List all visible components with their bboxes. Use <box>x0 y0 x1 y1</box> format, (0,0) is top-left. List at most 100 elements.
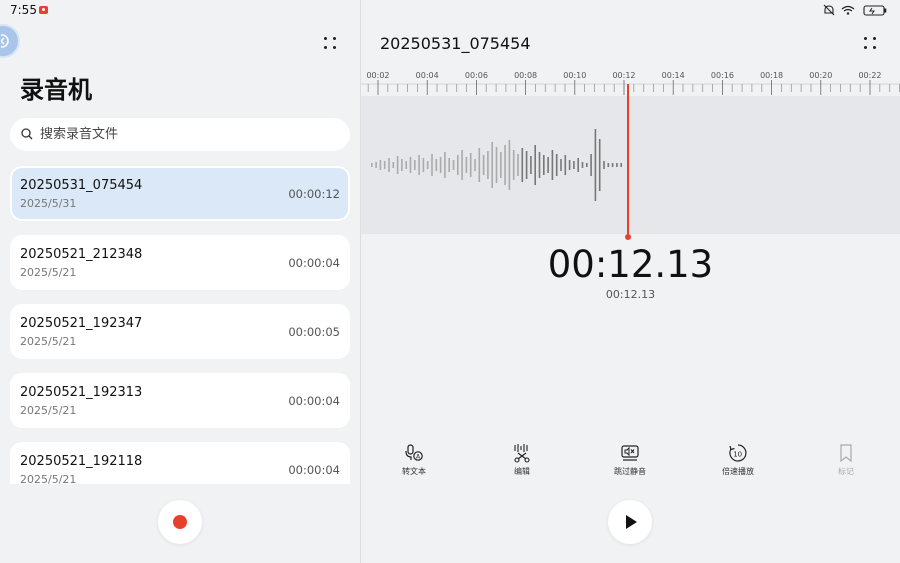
wifi-icon <box>841 5 855 15</box>
waveform-bar <box>547 157 549 173</box>
bookmark-icon <box>840 444 852 463</box>
waveform-graphic <box>371 129 622 201</box>
timeline-ruler[interactable]: 00:02 00:04 00:06 00:08 00:10 00:12 00:14 00:16… <box>361 68 900 96</box>
screen-record-indicator-icon <box>39 6 48 14</box>
ruler-label: 00:14 <box>661 71 685 80</box>
recording-item[interactable]: 20250521_212348 2025/5/21 00:00:04 <box>10 235 350 290</box>
waveform-bar <box>534 145 536 185</box>
ruler-label: 00:06 <box>464 71 488 80</box>
waveform-bar <box>512 150 515 180</box>
playback-speed-icon: 10 <box>729 444 747 462</box>
edit-button[interactable]: 编辑 <box>482 443 562 479</box>
waveform-bar <box>611 163 614 167</box>
playback-speed-button[interactable]: 10 倍速播放 <box>698 443 778 479</box>
svg-text:10: 10 <box>733 451 742 459</box>
speech-to-text-icon: A <box>405 444 423 461</box>
waveform-bar <box>620 163 622 167</box>
recording-list: 20250531_075454 2025/5/31 00:00:12 20250… <box>10 166 350 484</box>
ruler-label: 00:10 <box>563 71 587 80</box>
ruler-label: 00:08 <box>514 71 538 80</box>
ruler-label: 00:04 <box>415 71 439 80</box>
record-button[interactable] <box>158 500 202 544</box>
waveform-bar <box>457 155 459 175</box>
waveform-area[interactable] <box>361 96 900 234</box>
recording-date: 2025/5/21 <box>20 404 77 417</box>
recording-item[interactable]: 20250521_192313 2025/5/21 00:00:04 <box>10 373 350 428</box>
waveform-bar <box>379 160 382 170</box>
recording-duration: 00:00:05 <box>288 325 340 339</box>
waveform-bar <box>383 161 386 169</box>
waveform-bar <box>414 160 416 170</box>
scissors-edit-icon <box>514 444 530 463</box>
playback-pane: 20250531_075454 00:02 00:04 00:06 00:08 00:1… <box>361 0 900 563</box>
recording-duration: 00:00:04 <box>288 463 340 477</box>
waveform-bar <box>474 159 476 171</box>
waveform-bar <box>555 154 558 176</box>
playhead-handle[interactable] <box>625 234 631 240</box>
waveform-bar <box>396 156 399 174</box>
waveform-bar <box>530 156 532 174</box>
waveform-bar <box>586 163 588 167</box>
waveform-bar <box>538 152 541 178</box>
waveform-bar <box>543 155 545 175</box>
search-input[interactable] <box>40 118 330 151</box>
waveform-bar <box>577 158 579 172</box>
speech-to-text-label: 转文本 <box>402 467 426 476</box>
waveform-bar <box>426 161 429 169</box>
waveform-bar <box>607 163 610 167</box>
ruler-label: 00:20 <box>809 71 833 80</box>
waveform-bar <box>603 161 605 169</box>
record-dot-icon <box>173 515 187 529</box>
play-icon <box>626 515 637 529</box>
waveform-bar <box>461 150 463 180</box>
waveform-bar <box>590 154 592 176</box>
skip-silence-button[interactable]: 跳过静音 <box>590 443 670 479</box>
waveform-bar <box>444 152 446 178</box>
waveform-bar <box>504 145 506 185</box>
waveform-bar <box>469 153 472 177</box>
right-more-options-icon[interactable] <box>863 36 877 50</box>
waveform-bar <box>568 160 571 170</box>
playhead-line[interactable] <box>627 84 629 238</box>
recording-name: 20250521_212348 <box>20 247 143 262</box>
floating-back-button[interactable] <box>0 24 20 58</box>
recording-list-pane: 7:55 录音机 20250531_075454 2025/5/31 00:00… <box>0 0 360 563</box>
waveform-bar <box>448 158 450 172</box>
skip-silence-icon <box>621 445 639 461</box>
waveform-bar <box>465 157 468 173</box>
speech-to-text-button[interactable]: A 转文本 <box>374 443 454 479</box>
waveform-bar <box>435 159 438 171</box>
search-icon <box>21 128 33 140</box>
recording-item[interactable]: 20250531_075454 2025/5/31 00:00:12 <box>10 166 350 221</box>
waveform-bar <box>495 147 498 183</box>
waveform-bar <box>521 148 524 182</box>
recording-item[interactable]: 20250521_192118 2025/5/21 00:00:04 <box>10 442 350 484</box>
battery-icon <box>863 5 887 16</box>
waveform-bar <box>525 151 528 179</box>
mute-bell-icon <box>823 4 835 16</box>
waveform-bar <box>405 161 407 169</box>
waveform-bar <box>439 157 442 173</box>
ruler-label: 00:22 <box>858 71 882 80</box>
waveform-bar <box>491 142 493 188</box>
recording-date: 2025/5/31 <box>20 197 77 210</box>
waveform-bar <box>418 155 420 175</box>
recording-item[interactable]: 20250521_192347 2025/5/21 00:00:05 <box>10 304 350 359</box>
waveform-bar <box>517 154 519 176</box>
app-title: 录音机 <box>20 76 92 104</box>
waveform-bar <box>422 158 425 172</box>
waveform-bar <box>375 162 377 168</box>
waveform-bar <box>401 159 403 171</box>
recording-name: 20250521_192313 <box>20 385 143 400</box>
recording-date: 2025/5/21 <box>20 335 77 348</box>
play-button[interactable] <box>608 500 652 544</box>
search-bar[interactable] <box>10 118 350 151</box>
playback-speed-label: 倍速播放 <box>722 467 754 476</box>
waveform-bar <box>478 148 481 182</box>
bookmark-label: 标记 <box>838 467 854 476</box>
status-icons <box>823 4 887 16</box>
left-more-options-icon[interactable] <box>323 36 337 50</box>
bookmark-button[interactable]: 标记 <box>806 443 886 479</box>
waveform-bar <box>500 152 502 178</box>
waveform-bar <box>581 162 584 168</box>
